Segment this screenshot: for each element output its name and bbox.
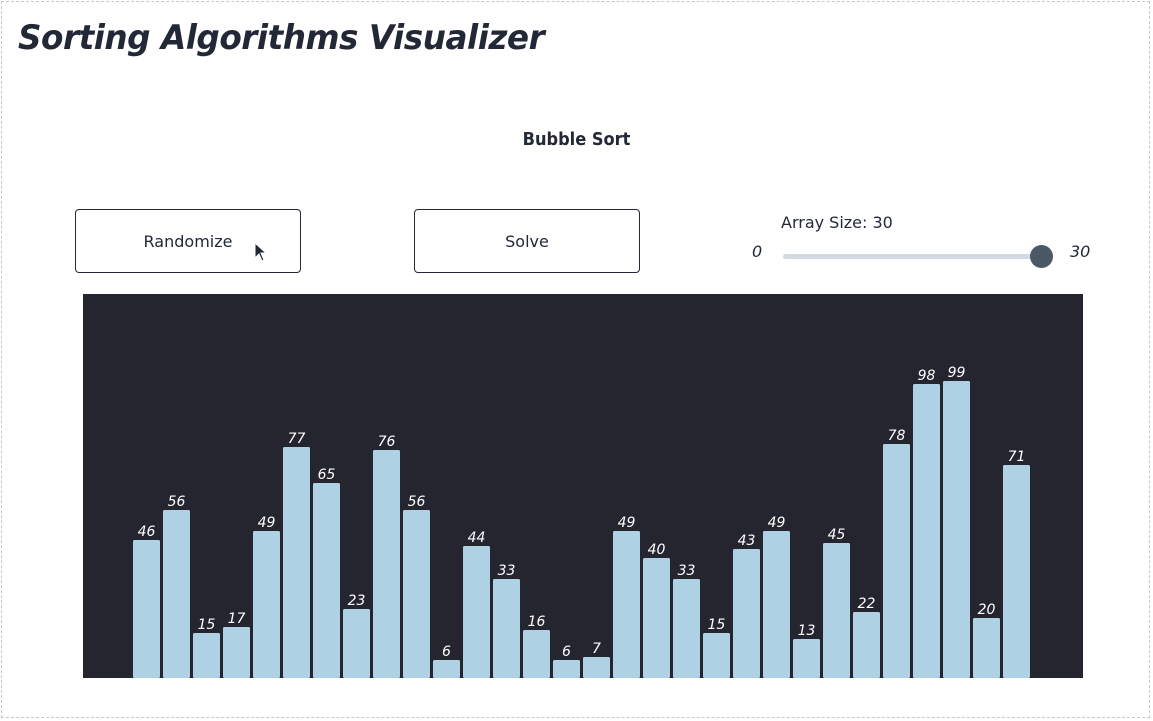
bar-value-label-18: 40 [648, 542, 666, 558]
bar-value-label-23: 13 [798, 623, 816, 639]
bar-4 [223, 627, 250, 678]
bar-25 [853, 612, 880, 678]
bar-value-label-17: 49 [618, 515, 636, 531]
bar-value-label-12: 44 [468, 530, 486, 546]
slider-min-label: 0 [752, 242, 763, 261]
bar-chart-svg: 46 56 15 17 49 77 65 23 76 56 6 44 33 16 6 7 49 40 33 15 43 4… [133, 365, 1030, 678]
bar-24 [823, 543, 850, 678]
bar-21 [733, 549, 760, 678]
bar-value-label-5: 49 [258, 515, 276, 531]
bar-17 [613, 531, 640, 678]
bar-10 [403, 510, 430, 678]
bar-value-label-13: 33 [498, 563, 516, 579]
bar-value-label-20: 15 [708, 617, 726, 633]
bar-value-label-9: 76 [378, 434, 396, 450]
bar-value-label-21: 43 [738, 533, 756, 549]
solve-button[interactable]: Solve [414, 209, 640, 273]
bar-29 [973, 618, 1000, 678]
bar-value-label-6: 77 [288, 431, 306, 447]
algorithm-title: Bubble Sort [522, 129, 631, 150]
bar-2 [163, 510, 190, 678]
bar-value-label-15: 6 [562, 644, 571, 660]
array-size-control: Array Size: 30 0 30 [748, 210, 1098, 280]
bar-11 [433, 660, 460, 678]
bar-value-label-4: 17 [228, 611, 246, 627]
bar-1 [133, 540, 160, 678]
slider-max-label: 30 [1070, 242, 1091, 261]
bar-value-label-16: 7 [592, 641, 601, 657]
bar-value-label-24: 45 [828, 527, 846, 543]
bar-9 [373, 450, 400, 678]
randomize-button[interactable]: Randomize [75, 209, 301, 273]
bar-8 [343, 609, 370, 678]
bar-28 [943, 381, 970, 678]
page-title: Sorting Algorithms Visualizer [18, 18, 545, 58]
bar-value-label-3: 15 [198, 617, 216, 633]
bar-22 [763, 531, 790, 678]
array-size-slider-track[interactable] [783, 254, 1043, 259]
bar-value-label-10: 56 [408, 494, 426, 510]
bar-20 [703, 633, 730, 678]
bar-value-label-29: 20 [978, 602, 996, 618]
bar-value-label-25: 22 [858, 596, 876, 612]
bar-value-label-27: 98 [918, 368, 936, 384]
array-size-slider-thumb[interactable] [1030, 245, 1053, 268]
array-size-label: Array Size: 30 [781, 213, 893, 232]
bar-value-label-26: 78 [888, 428, 906, 444]
bar-5 [253, 531, 280, 678]
bar-value-label-19: 33 [678, 563, 696, 579]
mouse-pointer-icon [254, 242, 268, 262]
bar-14 [523, 630, 550, 678]
bar-27 [913, 384, 940, 678]
bar-18 [643, 558, 670, 678]
bar-13 [493, 579, 520, 678]
bar-23 [793, 639, 820, 678]
bar-value-label-14: 16 [528, 614, 546, 630]
bar-value-label-2: 56 [168, 494, 186, 510]
bar-16 [583, 657, 610, 678]
bar-value-label-8: 23 [348, 593, 366, 609]
bar-15 [553, 660, 580, 678]
bar-19 [673, 579, 700, 678]
bar-value-label-7: 65 [318, 467, 336, 483]
bar-chart: 46 56 15 17 49 77 65 23 76 56 6 44 33 16 6 7 49 40 33 15 43 4… [83, 294, 1083, 678]
bar-value-label-1: 46 [138, 524, 156, 540]
bar-30 [1003, 465, 1030, 678]
bar-7 [313, 483, 340, 678]
bar-value-label-30: 71 [1008, 449, 1026, 465]
bar-26 [883, 444, 910, 678]
bar-value-label-11: 6 [442, 644, 451, 660]
bar-value-label-28: 99 [948, 365, 966, 381]
bar-3 [193, 633, 220, 678]
bar-12 [463, 546, 490, 678]
bar-value-label-22: 49 [768, 515, 786, 531]
bar-6 [283, 447, 310, 678]
